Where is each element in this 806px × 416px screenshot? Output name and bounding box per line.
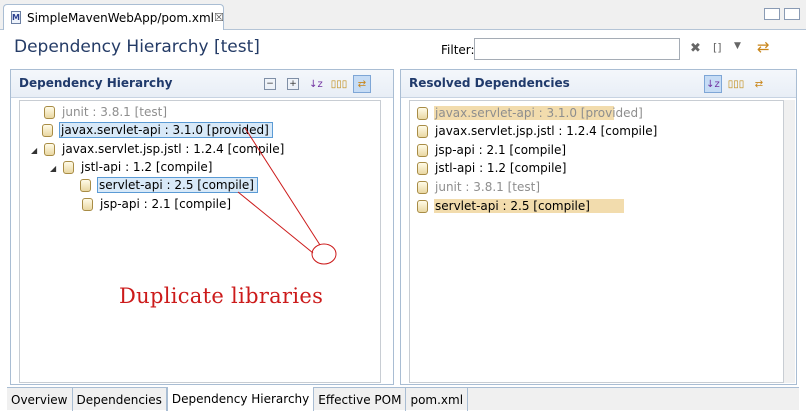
tab-pom-xml[interactable]: pom.xml — [406, 388, 469, 411]
link-with-selection-icon[interactable]: ⇄ — [353, 75, 371, 93]
jar-icon — [417, 143, 428, 157]
resolved-list[interactable]: javax.servlet-api : 3.1.0 [provided] jav… — [409, 100, 784, 383]
tree-item[interactable]: junit : 3.8.1 [test] — [44, 103, 170, 121]
list-item[interactable]: javax.servlet.jsp.jstl : 1.2.4 [compile] — [417, 122, 660, 140]
scrollbar[interactable] — [784, 100, 795, 383]
jar-icon — [44, 105, 55, 119]
page-title: Dependency Hierarchy [test] — [14, 37, 260, 57]
page-header: Dependency Hierarchy [test] Filter: ✖ []… — [0, 31, 806, 67]
panel-header: Dependency Hierarchy − + ↓z ▯▯▯ ⇄ — [11, 70, 393, 98]
tree-item[interactable]: jstl-api : 1.2 [compile] — [63, 158, 216, 176]
link-with-selection-icon[interactable]: ⇄ — [750, 75, 768, 93]
list-item[interactable]: javax.servlet-api : 3.1.0 [provided] — [417, 104, 643, 122]
tab-dependency-hierarchy[interactable]: Dependency Hierarchy — [166, 387, 315, 411]
tab-overview[interactable]: Overview — [7, 388, 73, 411]
collapse-all-icon[interactable]: − — [264, 78, 276, 90]
editor-tab-pom[interactable]: M SimpleMavenWebApp/pom.xml ☒ — [3, 4, 224, 30]
tree-item[interactable]: jsp-api : 2.1 [compile] — [82, 195, 234, 213]
panel-title: Dependency Hierarchy — [19, 76, 173, 90]
show-groupid-icon[interactable]: ▯▯▯ — [727, 75, 745, 93]
list-item[interactable]: jsp-api : 2.1 [compile] — [417, 141, 569, 159]
jar-icon — [417, 161, 428, 175]
jar-icon — [417, 124, 428, 138]
jar-icon — [44, 142, 55, 156]
jar-icon — [80, 178, 91, 192]
sort-icon[interactable]: ↓z — [704, 75, 722, 93]
maven-file-icon: M — [11, 11, 21, 24]
tree-item[interactable]: javax.servlet.jsp.jstl : 1.2.4 [compile] — [44, 140, 287, 158]
editor-tab-label: SimpleMavenWebApp/pom.xml — [26, 10, 214, 25]
jar-icon — [417, 180, 428, 194]
tree-item[interactable]: servlet-api : 2.5 [compile] — [80, 176, 258, 194]
panel-header: Resolved Dependencies ↓z ▯▯▯ ⇄ — [401, 70, 796, 98]
dependency-hierarchy-panel: Dependency Hierarchy − + ↓z ▯▯▯ ⇄ junit … — [10, 69, 394, 385]
expand-all-icon[interactable]: + — [287, 78, 299, 90]
jar-icon — [417, 106, 428, 120]
editor-tab-strip: M SimpleMavenWebApp/pom.xml ☒ — [0, 0, 806, 30]
panel-title: Resolved Dependencies — [409, 76, 570, 90]
hierarchy-tree[interactable]: junit : 3.8.1 [test] javax.servlet-api :… — [19, 100, 381, 383]
show-groupid-icon[interactable]: ▯▯▯ — [330, 75, 348, 93]
minimize-button[interactable] — [764, 8, 780, 20]
close-icon[interactable]: ☒ — [214, 11, 224, 24]
expand-arrow-icon[interactable]: ◢ — [50, 164, 56, 173]
clear-filter-icon[interactable]: ✖ — [690, 41, 701, 56]
filter-mode-icon[interactable]: [] — [713, 41, 722, 54]
jar-icon — [42, 123, 53, 137]
jar-icon — [82, 197, 93, 211]
tab-effective-pom[interactable]: Effective POM — [314, 388, 407, 411]
list-item[interactable]: junit : 3.8.1 [test] — [417, 178, 543, 196]
list-item[interactable]: servlet-api : 2.5 [compile] — [417, 197, 624, 215]
chevron-down-icon[interactable]: ▼ — [734, 41, 741, 51]
maximize-button[interactable] — [784, 8, 800, 20]
sort-icon[interactable]: ↓z — [307, 75, 325, 93]
refresh-icon[interactable]: ⇄ — [757, 38, 770, 56]
jar-icon — [417, 199, 428, 213]
tab-dependencies[interactable]: Dependencies — [73, 388, 167, 411]
jar-icon — [63, 160, 74, 174]
expand-arrow-icon[interactable]: ◢ — [31, 146, 37, 155]
filter-input[interactable] — [474, 38, 680, 60]
annotation-text: Duplicate libraries — [119, 284, 324, 308]
resolved-dependencies-panel: Resolved Dependencies ↓z ▯▯▯ ⇄ javax.ser… — [400, 69, 797, 385]
tree-item[interactable]: javax.servlet-api : 3.1.0 [provided] — [42, 121, 273, 139]
editor-page-tabs: Overview Dependencies Dependency Hierarc… — [7, 387, 799, 411]
filter-label: Filter: — [441, 43, 475, 57]
list-item[interactable]: jstl-api : 1.2 [compile] — [417, 159, 570, 177]
